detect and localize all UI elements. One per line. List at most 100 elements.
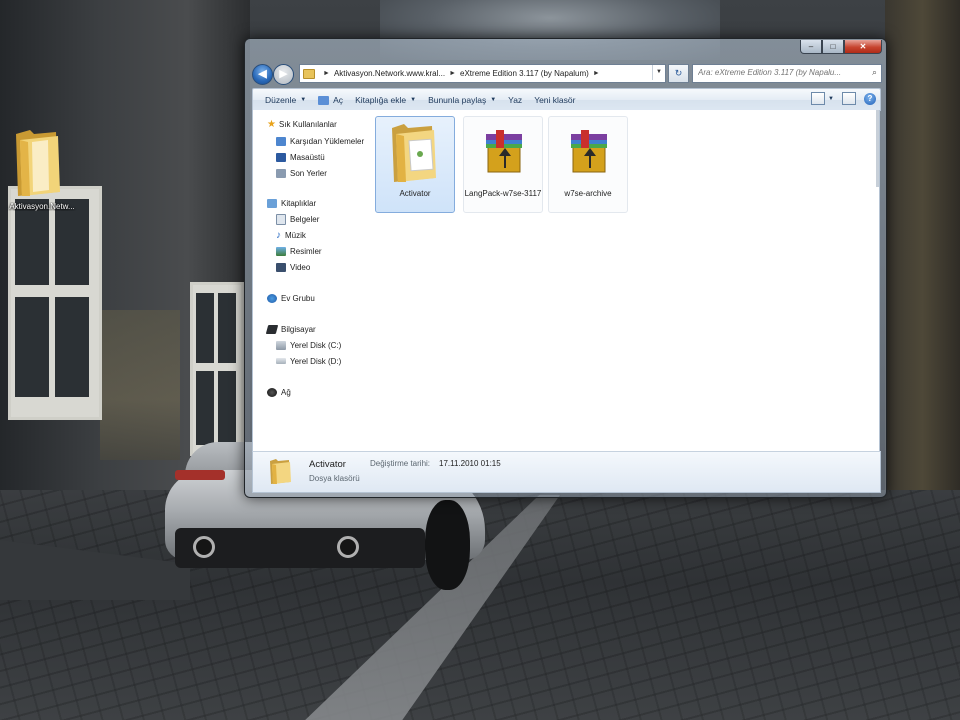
address-bar[interactable]: ► Aktivasyon.Network.www.kral... ► eXtre… [299,64,666,83]
back-button[interactable]: ◀ [252,64,273,85]
sidebar-item-computer[interactable]: Bilgisayar [265,322,316,336]
desktop-icon [276,152,286,162]
help-button[interactable]: ? [864,92,876,105]
wallpaper-window [8,186,102,420]
close-button[interactable]: ✕ [844,40,882,54]
details-modified-label: Değiştirme tarihi: [370,459,431,468]
preview-pane-button[interactable] [842,92,856,105]
sidebar-item-desktop[interactable]: Masaüstü [276,150,325,164]
sidebar-item-recent-places[interactable]: Son Yerler [276,166,327,180]
sidebar-item-pictures[interactable]: Resimler [276,244,322,258]
breadcrumb-separator[interactable]: ► [593,70,600,77]
navigation-bar: ◀ ▶ ► Aktivasyon.Network.www.kral... ► e… [252,63,882,85]
desktop-icon-label: Aktivasyon.Netw... [9,202,75,211]
details-pane: Activator Dosya klasörü Değiştirme tarih… [252,451,881,493]
new-folder-label: Yeni klasör [534,95,576,105]
network-icon [267,387,277,397]
pictures-icon [276,246,286,256]
file-list[interactable]: Activator LangPack-w7se-3117 w7se-archiv… [366,110,880,451]
open-button[interactable]: Aç [318,95,343,105]
minimize-button[interactable]: – [800,40,822,54]
details-file-name: Activator [309,459,346,470]
computer-icon [265,324,279,334]
sidebar-item-network[interactable]: Ağ [267,385,291,399]
sidebar-item-label: Yerel Disk (C:) [290,340,342,350]
chevron-down-icon: ▼ [300,97,307,103]
sidebar-item-videos[interactable]: Video [276,260,310,274]
star-icon: ★ [267,118,276,130]
sidebar-item-documents[interactable]: Belgeler [276,212,319,226]
chevron-down-icon: ▼ [490,97,497,103]
sidebar-item-label: Resimler [290,246,322,256]
view-options-button[interactable]: ▼ [811,92,834,105]
new-folder-button[interactable]: Yeni klasör [534,95,575,105]
organize-menu[interactable]: Düzenle ▼ [265,95,306,105]
sidebar-item-downloads[interactable]: Karşıdan Yüklemeler [276,134,364,148]
burn-button[interactable]: Yaz [508,95,522,105]
drive-icon [276,340,286,350]
sidebar-item-label: Ev Grubu [281,293,315,303]
file-item-langpack[interactable]: LangPack-w7se-3117 [463,116,543,213]
sidebar-item-label: Müzik [285,230,306,240]
sidebar-item-local-disk-d[interactable]: Yerel Disk (D:) [276,354,341,368]
breadcrumb-item[interactable]: Aktivasyon.Network.www.kral... [334,69,445,78]
share-with-menu[interactable]: Bununla paylaş ▼ [428,95,496,105]
winrar-archive-icon [571,130,607,173]
drive-icon [276,358,286,364]
sidebar-item-label: Sık Kullanılanlar [278,119,337,129]
file-item-w7se-archive[interactable]: w7se-archive [548,116,628,213]
folder-icon [270,459,291,484]
chevron-down-icon: ▼ [410,97,417,103]
breadcrumb-item[interactable]: eXtreme Edition 3.117 (by Napalum) [460,69,589,78]
search-input[interactable] [693,65,858,80]
breadcrumb-separator[interactable]: ► [449,70,456,77]
homegroup-icon [267,293,277,303]
sidebar-item-label: Kitaplıklar [281,198,317,208]
chevron-down-icon[interactable]: ▼ [652,65,665,80]
folder-icon [303,68,315,79]
sidebar-item-music[interactable]: ♪ Müzik [276,228,306,242]
sidebar-item-favorites[interactable]: ★ Sık Kullanılanlar [267,117,337,131]
sidebar-item-label: Belgeler [290,214,320,224]
sidebar-item-homegroup[interactable]: Ev Grubu [267,291,315,305]
file-item-activator[interactable]: Activator [375,116,455,213]
open-label: Aç [333,95,344,105]
sidebar-item-label: Video [290,262,311,272]
view-icon [811,92,826,105]
chevron-down-icon: ▼ [828,95,834,102]
search-icon[interactable]: ⌕ [872,67,877,78]
file-name: w7se-archive [564,189,612,198]
search-box[interactable]: ⌕ [692,64,882,83]
sidebar-item-label: Karşıdan Yüklemeler [290,136,365,146]
include-in-library-menu[interactable]: Kitaplığa ekle ▼ [355,95,416,105]
file-name: Activator [399,189,431,198]
sidebar-item-local-disk-c[interactable]: Yerel Disk (C:) [276,338,341,352]
sidebar-item-label: Masaüstü [290,152,325,162]
refresh-button[interactable]: ↻ [668,64,689,83]
recent-places-icon [276,168,286,178]
libraries-icon [267,198,277,208]
sidebar-item-label: Son Yerler [290,168,327,178]
command-bar-right: ▼ ? [811,92,876,105]
downloads-icon [276,136,286,146]
command-bar: Düzenle ▼ Aç Kitaplığa ekle ▼ Bununla payl… [252,88,881,111]
sidebar-item-label: Ağ [281,387,291,397]
wallpaper-wall-patch [100,310,180,460]
caption-buttons: – □ ✕ [800,40,882,54]
organize-label: Düzenle [265,95,297,105]
sidebar-item-label: Bilgisayar [281,324,316,334]
breadcrumb-separator[interactable]: ► [323,70,330,77]
scrollbar[interactable] [876,110,879,187]
share-with-label: Bununla paylaş [428,95,487,105]
wallpaper-building-right [885,0,960,520]
forward-button[interactable]: ▶ [273,64,294,85]
desktop-folder-shortcut[interactable]: Aktivasyon.Netw... [4,126,78,218]
explorer-window[interactable]: – □ ✕ ◀ ▶ ► Aktivasyon.Network.www.kral.… [244,38,887,498]
burn-label: Yaz [508,95,523,105]
maximize-button[interactable]: □ [822,40,844,54]
music-icon: ♪ [276,229,281,241]
sidebar-item-libraries[interactable]: Kitaplıklar [267,196,316,210]
winrar-archive-icon [486,130,522,173]
open-icon [318,95,330,105]
videos-icon [276,262,286,272]
